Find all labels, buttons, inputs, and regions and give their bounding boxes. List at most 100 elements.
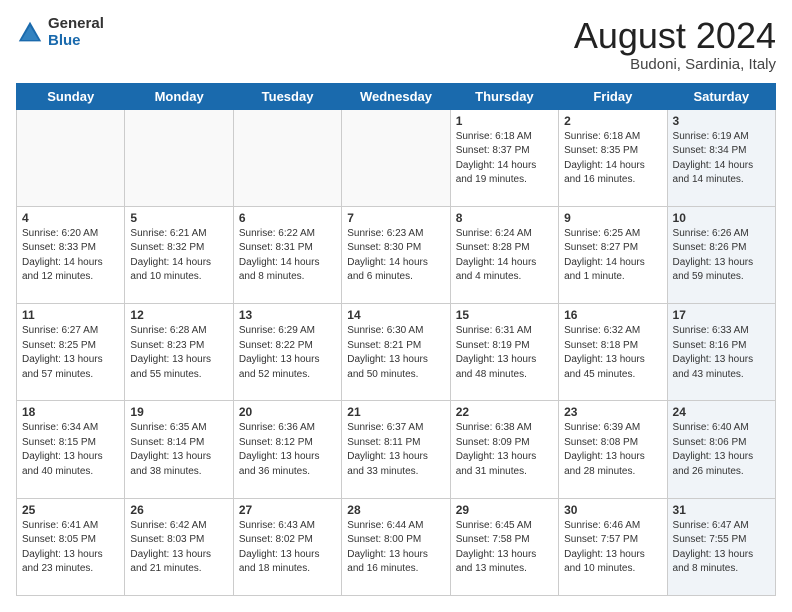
cell-info: Sunrise: 6:37 AM Sunset: 8:11 PM Dayligh… [347,421,444,479]
day-cell [233,109,341,206]
cell-info: Sunrise: 6:26 AM Sunset: 8:26 PM Dayligh… [673,227,770,285]
day-cell [17,109,125,206]
cell-info: Sunrise: 6:19 AM Sunset: 8:34 PM Dayligh… [673,130,770,188]
day-cell: 29 Sunrise: 6:45 AM Sunset: 7:58 PM Dayli… [450,498,558,595]
day-cell: 14 Sunrise: 6:30 AM Sunset: 8:21 PM Dayli… [342,304,450,401]
day-number: 12 [130,308,227,322]
day-cell [125,109,233,206]
day-number: 25 [22,503,119,517]
day-number: 7 [347,211,444,225]
cell-info: Sunrise: 6:46 AM Sunset: 7:57 PM Dayligh… [564,519,661,577]
day-cell: 22 Sunrise: 6:38 AM Sunset: 8:09 PM Dayli… [450,401,558,498]
week-row-1: 1 Sunrise: 6:18 AM Sunset: 8:37 PM Daylig… [17,109,776,206]
day-cell: 21 Sunrise: 6:37 AM Sunset: 8:11 PM Dayli… [342,401,450,498]
cell-info: Sunrise: 6:33 AM Sunset: 8:16 PM Dayligh… [673,324,770,382]
week-row-5: 25 Sunrise: 6:41 AM Sunset: 8:05 PM Dayli… [17,498,776,595]
cell-info: Sunrise: 6:20 AM Sunset: 8:33 PM Dayligh… [22,227,119,285]
cell-info: Sunrise: 6:45 AM Sunset: 7:58 PM Dayligh… [456,519,553,577]
day-cell: 11 Sunrise: 6:27 AM Sunset: 8:25 PM Dayli… [17,304,125,401]
day-number: 3 [673,114,770,128]
day-cell: 15 Sunrise: 6:31 AM Sunset: 8:19 PM Dayli… [450,304,558,401]
cell-info: Sunrise: 6:21 AM Sunset: 8:32 PM Dayligh… [130,227,227,285]
day-cell: 31Sunrise: 6:47 AM Sunset: 7:55 PM Dayli… [667,498,775,595]
day-number: 1 [456,114,553,128]
cell-info: Sunrise: 6:35 AM Sunset: 8:14 PM Dayligh… [130,421,227,479]
cell-info: Sunrise: 6:40 AM Sunset: 8:06 PM Dayligh… [673,421,770,479]
day-cell: 2Sunrise: 6:18 AM Sunset: 8:35 PM Daylig… [559,109,667,206]
cell-info: Sunrise: 6:36 AM Sunset: 8:12 PM Dayligh… [239,421,336,479]
day-number: 27 [239,503,336,517]
cell-info: Sunrise: 6:44 AM Sunset: 8:00 PM Dayligh… [347,519,444,577]
logo: General Blue [16,16,104,49]
week-row-4: 18Sunrise: 6:34 AM Sunset: 8:15 PM Dayli… [17,401,776,498]
day-number: 30 [564,503,661,517]
day-header-monday: Monday [125,83,233,109]
day-number: 15 [456,308,553,322]
cell-info: Sunrise: 6:39 AM Sunset: 8:08 PM Dayligh… [564,421,661,479]
day-header-sunday: Sunday [17,83,125,109]
day-cell: 9Sunrise: 6:25 AM Sunset: 8:27 PM Daylig… [559,206,667,303]
day-number: 18 [22,405,119,419]
day-cell: 25 Sunrise: 6:41 AM Sunset: 8:05 PM Dayli… [17,498,125,595]
day-cell: 3 Sunrise: 6:19 AM Sunset: 8:34 PM Daylig… [667,109,775,206]
cell-info: Sunrise: 6:43 AM Sunset: 8:02 PM Dayligh… [239,519,336,577]
day-number: 2 [564,114,661,128]
day-cell: 16 Sunrise: 6:32 AM Sunset: 8:18 PM Dayli… [559,304,667,401]
day-header-tuesday: Tuesday [233,83,341,109]
day-number: 9 [564,211,661,225]
cell-info: Sunrise: 6:18 AM Sunset: 8:37 PM Dayligh… [456,130,553,188]
day-number: 22 [456,405,553,419]
cell-info: Sunrise: 6:24 AM Sunset: 8:28 PM Dayligh… [456,227,553,285]
day-cell: 4Sunrise: 6:20 AM Sunset: 8:33 PM Daylig… [17,206,125,303]
logo-icon [16,19,44,47]
day-number: 28 [347,503,444,517]
cell-info: Sunrise: 6:32 AM Sunset: 8:18 PM Dayligh… [564,324,661,382]
day-cell: 8 Sunrise: 6:24 AM Sunset: 8:28 PM Daylig… [450,206,558,303]
day-cell: 7 Sunrise: 6:23 AM Sunset: 8:30 PM Daylig… [342,206,450,303]
day-number: 24 [673,405,770,419]
week-row-3: 11 Sunrise: 6:27 AM Sunset: 8:25 PM Dayli… [17,304,776,401]
cell-info: Sunrise: 6:47 AM Sunset: 7:55 PM Dayligh… [673,519,770,577]
cell-info: Sunrise: 6:23 AM Sunset: 8:30 PM Dayligh… [347,227,444,285]
cell-info: Sunrise: 6:38 AM Sunset: 8:09 PM Dayligh… [456,421,553,479]
cell-info: Sunrise: 6:22 AM Sunset: 8:31 PM Dayligh… [239,227,336,285]
day-number: 10 [673,211,770,225]
day-number: 11 [22,308,119,322]
day-number: 6 [239,211,336,225]
day-header-friday: Friday [559,83,667,109]
day-header-thursday: Thursday [450,83,558,109]
title-area: August 2024 Budoni, Sardinia, Italy [574,16,776,73]
day-cell: 27 Sunrise: 6:43 AM Sunset: 8:02 PM Dayli… [233,498,341,595]
day-cell [342,109,450,206]
cell-info: Sunrise: 6:31 AM Sunset: 8:19 PM Dayligh… [456,324,553,382]
day-number: 13 [239,308,336,322]
day-number: 5 [130,211,227,225]
day-number: 21 [347,405,444,419]
header-row: SundayMondayTuesdayWednesdayThursdayFrid… [17,83,776,109]
day-number: 23 [564,405,661,419]
month-title: August 2024 [574,16,776,56]
location: Budoni, Sardinia, Italy [574,56,776,73]
day-cell: 13Sunrise: 6:29 AM Sunset: 8:22 PM Dayli… [233,304,341,401]
day-number: 8 [456,211,553,225]
day-cell: 12 Sunrise: 6:28 AM Sunset: 8:23 PM Dayli… [125,304,233,401]
logo-general-label: General [48,16,104,33]
cell-info: Sunrise: 6:30 AM Sunset: 8:21 PM Dayligh… [347,324,444,382]
day-number: 14 [347,308,444,322]
day-header-saturday: Saturday [667,83,775,109]
day-cell: 1 Sunrise: 6:18 AM Sunset: 8:37 PM Daylig… [450,109,558,206]
day-header-wednesday: Wednesday [342,83,450,109]
day-number: 16 [564,308,661,322]
cell-info: Sunrise: 6:28 AM Sunset: 8:23 PM Dayligh… [130,324,227,382]
day-cell: 24 Sunrise: 6:40 AM Sunset: 8:06 PM Dayli… [667,401,775,498]
day-number: 19 [130,405,227,419]
day-number: 29 [456,503,553,517]
logo-text: General Blue [48,16,104,49]
header: General Blue August 2024 Budoni, Sardini… [16,16,776,73]
day-number: 17 [673,308,770,322]
cell-info: Sunrise: 6:41 AM Sunset: 8:05 PM Dayligh… [22,519,119,577]
day-cell: 17 Sunrise: 6:33 AM Sunset: 8:16 PM Dayli… [667,304,775,401]
day-cell: 18Sunrise: 6:34 AM Sunset: 8:15 PM Dayli… [17,401,125,498]
cell-info: Sunrise: 6:27 AM Sunset: 8:25 PM Dayligh… [22,324,119,382]
day-cell: 5 Sunrise: 6:21 AM Sunset: 8:32 PM Daylig… [125,206,233,303]
